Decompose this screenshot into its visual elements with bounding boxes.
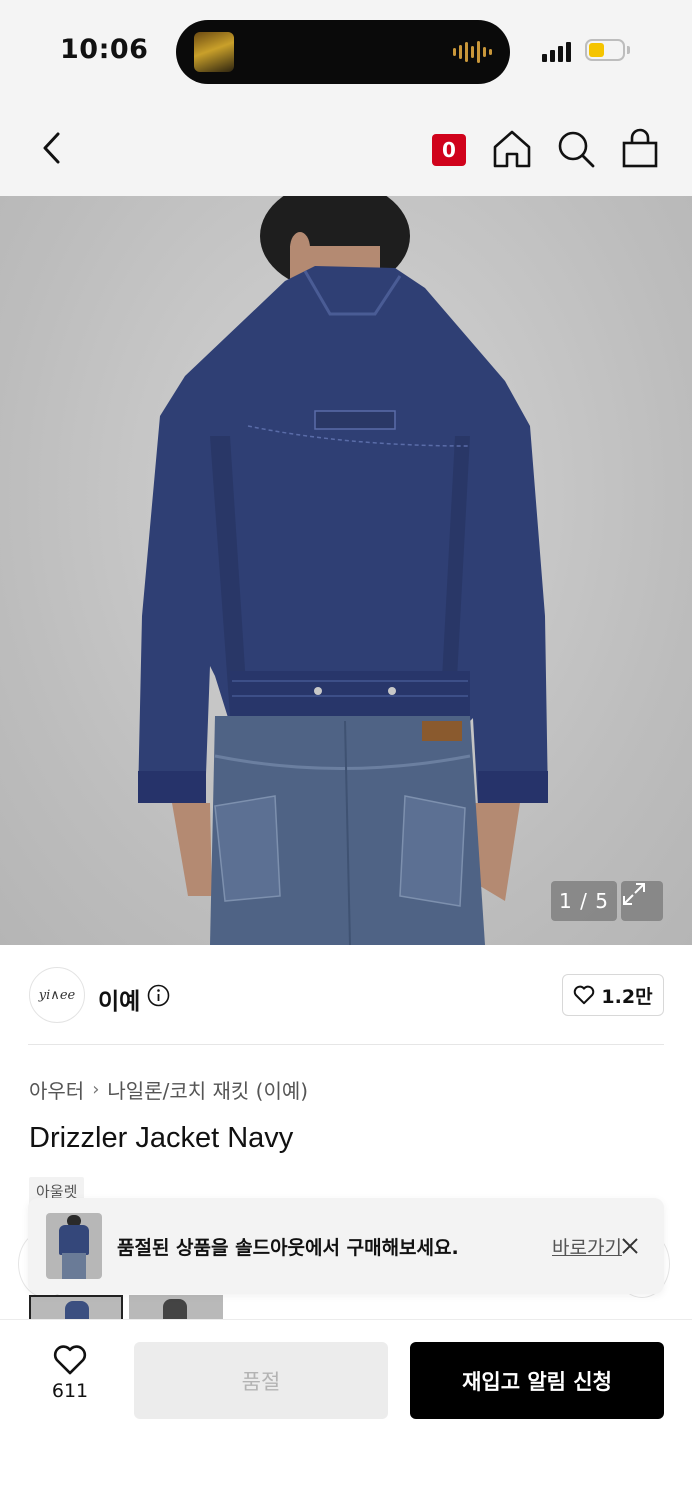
wishlist-count: 611: [51, 1380, 89, 1402]
toast-shortcut-link[interactable]: 바로가기: [552, 1233, 622, 1260]
thumbnail[interactable]: [129, 1295, 223, 1319]
product-photo: [138, 196, 548, 945]
expand-button[interactable]: [621, 881, 663, 921]
search-icon: [558, 131, 595, 168]
brand-like-button[interactable]: 1.2만: [562, 974, 664, 1016]
bag-icon: [622, 128, 658, 168]
soldout-button: 품절: [134, 1342, 388, 1419]
back-icon: [43, 132, 60, 164]
cellular-signal-icon: [542, 40, 571, 62]
toast-message: 품절된 상품을 솔드아웃에서 구매해보세요.: [117, 1237, 459, 1259]
top-navigation: 0: [0, 100, 692, 196]
back-button[interactable]: [32, 126, 72, 170]
soldout-toast: 품절된 상품을 솔드아웃에서 구매해보세요. 바로가기: [28, 1198, 664, 1294]
audio-waveform-icon: [453, 40, 492, 64]
bottom-action-bar: 611 품절 재입고 알림 신청: [0, 1319, 692, 1500]
heart-icon: [574, 985, 595, 1005]
expand-icon: [623, 883, 645, 905]
brand-like-count: 1.2만: [601, 985, 653, 1008]
breadcrumb: 아우터 › 나일론/코치 재킷 (이예): [29, 1075, 308, 1104]
battery-icon: [585, 39, 625, 61]
product-title: Drizzler Jacket Navy: [29, 1122, 294, 1154]
brand-row: yi∧ee 이예 1.2만: [0, 945, 692, 1045]
related-thumbnails: [29, 1295, 223, 1319]
cart-button[interactable]: [619, 128, 661, 170]
status-bar: 10:06: [0, 0, 692, 100]
breadcrumb-subcategory[interactable]: 나일론/코치 재킷 (이예): [107, 1075, 308, 1104]
divider: [28, 1044, 664, 1045]
brand-name[interactable]: 이예: [98, 982, 140, 1016]
home-button[interactable]: [491, 128, 533, 170]
breadcrumb-category[interactable]: 아우터: [29, 1075, 84, 1104]
dynamic-island[interactable]: [176, 20, 510, 84]
wishlist-button[interactable]: 611: [40, 1344, 100, 1414]
chevron-right-icon: ›: [92, 1079, 100, 1100]
recent-count-badge[interactable]: 0: [432, 134, 466, 166]
restock-alert-button[interactable]: 재입고 알림 신청: [410, 1342, 664, 1419]
image-counter: 1 / 5: [551, 881, 617, 921]
status-time: 10:06: [60, 34, 149, 65]
now-playing-artwork: [194, 32, 234, 72]
close-icon[interactable]: [618, 1234, 642, 1258]
heart-icon: [53, 1345, 87, 1375]
product-image-gallery[interactable]: 1 / 5: [0, 196, 692, 945]
toast-product-thumbnail: [46, 1213, 102, 1279]
info-icon[interactable]: [147, 984, 170, 1007]
home-icon: [493, 130, 531, 168]
brand-logo[interactable]: yi∧ee: [29, 967, 85, 1023]
thumbnail[interactable]: [29, 1295, 123, 1319]
search-button[interactable]: [555, 128, 597, 170]
